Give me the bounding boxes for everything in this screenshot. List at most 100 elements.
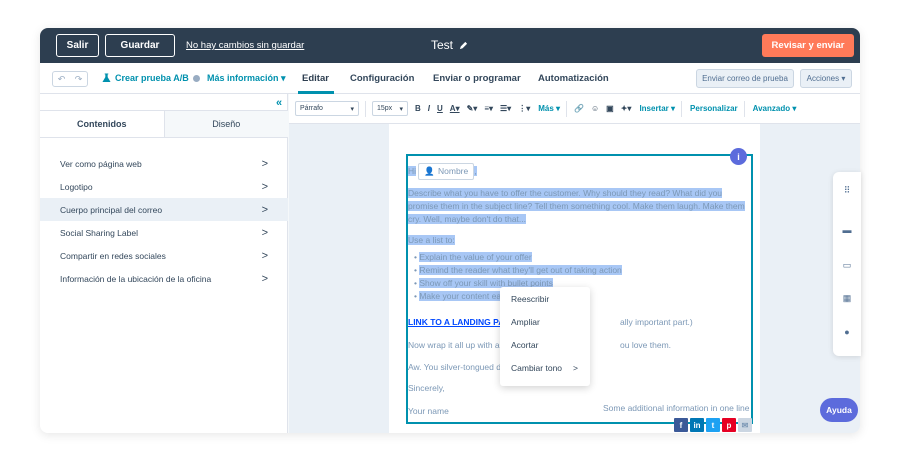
calendar-icon[interactable]: ▦ xyxy=(841,292,853,304)
menu-item-shorten[interactable]: Acortar xyxy=(500,333,590,356)
info-icon[interactable] xyxy=(192,74,200,82)
list-item: • Remind the reader what they'll get out… xyxy=(414,265,622,275)
list-item-text: Remind the reader what they'll get out o… xyxy=(419,265,622,275)
check-circle-icon[interactable]: ● xyxy=(841,326,853,338)
menu-item-change-tone[interactable]: Cambiar tono > xyxy=(500,356,590,379)
personalize-button[interactable]: Personalizar xyxy=(690,104,738,113)
text-color-icon[interactable]: A▾ xyxy=(450,104,460,113)
exit-button[interactable]: Salir xyxy=(56,34,99,57)
insert-dropdown[interactable]: Insertar ▾ xyxy=(639,104,675,113)
module-item-label: Logotipo xyxy=(60,181,93,192)
more-dropdown[interactable]: Más ▾ xyxy=(538,104,560,113)
link-tail-text: ally important part.) xyxy=(620,317,693,327)
module-item[interactable]: Cuerpo principal del correo > xyxy=(40,198,288,221)
chevron-down-icon: ▾ xyxy=(399,105,403,113)
module-item[interactable]: Información de la ubicación de la oficin… xyxy=(40,267,288,290)
sidebar-tabs: Contenidos Diseño xyxy=(40,110,288,138)
chevron-right-icon: > xyxy=(261,157,268,170)
menu-item-rewrite[interactable]: Reescribir xyxy=(500,287,590,310)
module-marker[interactable]: i xyxy=(730,148,747,165)
sender-name: Your name xyxy=(408,406,449,416)
sign-off: Sincerely, xyxy=(408,383,445,393)
facebook-icon[interactable]: f xyxy=(674,418,688,432)
list-intro-text: Use a list to: xyxy=(408,235,455,245)
toolbar-divider xyxy=(681,100,683,117)
ai-context-menu: Reescribir Ampliar Acortar Cambiar tono > xyxy=(500,287,590,386)
undo-icon[interactable]: ↶ xyxy=(58,74,66,85)
review-and-send-button[interactable]: Revisar y enviar xyxy=(762,34,854,57)
bulleted-list-icon[interactable]: ☰▾ xyxy=(500,104,511,113)
tab-contents[interactable]: Contenidos xyxy=(40,111,164,137)
document-title-text: Test xyxy=(431,38,454,52)
collapse-sidebar-icon[interactable]: « xyxy=(276,97,282,109)
module-list: Ver como página web > Logotipo > Cuerpo pr… xyxy=(40,152,288,290)
list-intro[interactable]: Use a list to: xyxy=(408,234,455,247)
advanced-dropdown[interactable]: Avanzado ▾ xyxy=(753,104,797,113)
advanced-label: Avanzado xyxy=(752,104,791,113)
tab-edit[interactable]: Editar xyxy=(302,73,329,84)
window-icon[interactable]: ▭ xyxy=(841,259,853,271)
list-item-text: Explain the value of your offer xyxy=(419,252,532,262)
undo-redo-group: ↶ ↷ xyxy=(52,71,88,87)
ab-test-link[interactable]: Crear prueba A/B xyxy=(102,73,200,83)
module-item[interactable]: Social Sharing Label > xyxy=(40,221,288,244)
emoji-icon[interactable]: ☺ xyxy=(591,104,599,113)
chevron-right-icon: > xyxy=(261,249,268,262)
greeting-line[interactable]: Hi 👤 Nombre, xyxy=(408,163,477,180)
twitter-icon[interactable]: t xyxy=(706,418,720,432)
menu-item-expand[interactable]: Ampliar xyxy=(500,310,590,333)
grid-icon[interactable]: ⠿ xyxy=(841,184,853,196)
app-window: Salir Guardar No hay cambios sin guardar… xyxy=(40,28,860,433)
greeting-comma: , xyxy=(474,166,477,176)
align-icon[interactable]: ≡▾ xyxy=(484,104,493,113)
help-button[interactable]: Ayuda xyxy=(820,398,858,422)
paragraph-format-select[interactable]: Párrafo ▾ xyxy=(295,101,359,116)
first-name-token[interactable]: 👤 Nombre xyxy=(418,163,475,180)
bold-icon[interactable]: B xyxy=(415,104,421,113)
more-info-label: Más información xyxy=(207,73,279,83)
body-paragraph[interactable]: Describe what you have to offer the cust… xyxy=(408,187,753,226)
tab-automation[interactable]: Automatización xyxy=(538,73,609,84)
ai-assist-icon[interactable]: ✦▾ xyxy=(621,104,632,113)
tab-send-schedule[interactable]: Enviar o programar xyxy=(433,73,521,84)
font-size-select[interactable]: 15px ▾ xyxy=(372,101,408,116)
wrap-up-end: ou love them. xyxy=(620,340,672,350)
more-info-dropdown[interactable]: Más información ▾ xyxy=(207,73,286,84)
underline-icon[interactable]: U xyxy=(437,104,443,113)
chat-icon[interactable]: ▬ xyxy=(841,224,853,236)
document-title[interactable]: Test xyxy=(431,38,468,52)
module-item[interactable]: Logotipo > xyxy=(40,175,288,198)
save-button[interactable]: Guardar xyxy=(105,34,175,57)
unsaved-status-link[interactable]: No hay cambios sin guardar xyxy=(186,40,304,51)
tab-design[interactable]: Diseño xyxy=(163,111,288,137)
redo-icon[interactable]: ↷ xyxy=(75,74,83,85)
font-size-value: 15px xyxy=(377,105,393,112)
pinterest-icon[interactable]: p xyxy=(722,418,736,432)
chevron-right-icon: > xyxy=(261,203,268,216)
italic-icon[interactable]: I xyxy=(428,104,430,113)
pencil-icon[interactable] xyxy=(459,41,468,50)
actions-label: Acciones xyxy=(806,74,840,83)
module-item-label: Información de la ubicación de la oficin… xyxy=(60,273,212,284)
module-item[interactable]: Ver como página web > xyxy=(40,152,288,175)
tab-settings[interactable]: Configuración xyxy=(350,73,414,84)
content-sidebar: « Contenidos Diseño Ver como página web >… xyxy=(40,94,288,433)
chevron-right-icon: > xyxy=(261,272,268,285)
top-bar: Salir Guardar No hay cambios sin guardar… xyxy=(40,28,860,63)
send-test-email-button[interactable]: Enviar correo de prueba xyxy=(696,69,794,88)
email-icon[interactable]: ✉ xyxy=(738,418,752,432)
list-item: • Explain the value of your offer xyxy=(414,252,532,262)
actions-dropdown[interactable]: Acciones ▾ xyxy=(800,69,852,88)
body-paragraph-text: Describe what you have to offer the cust… xyxy=(408,188,745,224)
person-icon: 👤 xyxy=(424,166,435,176)
highlight-icon[interactable]: ✎▾ xyxy=(467,104,478,113)
linkedin-icon[interactable]: in xyxy=(690,418,704,432)
link-icon[interactable]: 🔗 xyxy=(574,104,584,113)
chevron-down-icon: ▾ xyxy=(350,105,354,113)
social-share-icons: f in t p ✉ xyxy=(674,418,752,432)
module-item[interactable]: Compartir en redes sociales > xyxy=(40,244,288,267)
toolbar-divider xyxy=(365,100,366,117)
numbered-list-icon[interactable]: ⋮▾ xyxy=(518,104,530,113)
footer-info-text: Some additional information in one line xyxy=(603,403,750,413)
image-icon[interactable]: ▣ xyxy=(606,104,614,113)
